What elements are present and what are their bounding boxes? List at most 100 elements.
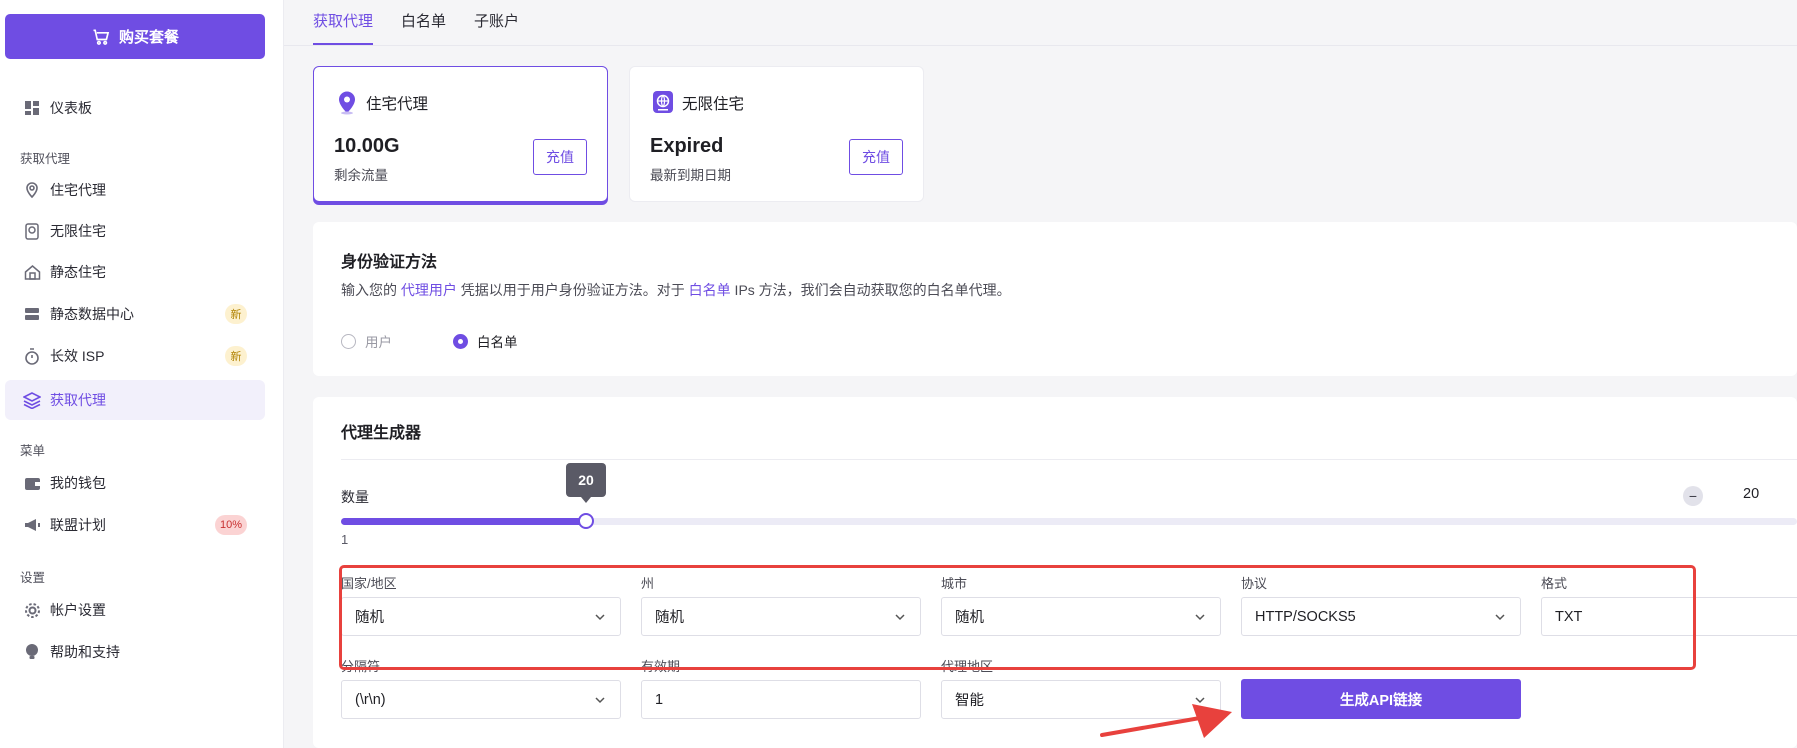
percent-badge: 10% [214, 515, 247, 535]
select-value: 随机 [355, 610, 384, 626]
city-label: 城市 [941, 576, 968, 591]
sidebar-item-label: 长效 ISP [50, 348, 105, 364]
tab-whitelist[interactable]: 白名单 [401, 10, 446, 31]
dashboard-icon [22, 98, 42, 118]
whitelist-link[interactable]: 白名单 [689, 282, 731, 298]
expiry-status-value: Expired [650, 135, 724, 157]
select-value: 智能 [955, 693, 984, 709]
radio-whitelist[interactable]: 白名单 [453, 331, 518, 351]
map-pin-icon [22, 180, 42, 200]
desc-text: 输入您的 [341, 282, 401, 298]
slider-min-label: 1 [341, 532, 349, 547]
format-label: 格式 [1541, 576, 1568, 591]
slider-tooltip: 20 [566, 463, 606, 503]
state-label: 州 [641, 576, 655, 591]
buy-plan-button[interactable]: 购买套餐 [5, 14, 265, 59]
proxy-generator-card: 代理生成器 数量 20 1 − 20 国家/地区 随机 州 随机 城市 随机 协… [313, 397, 1797, 748]
sidebar-item-affiliate[interactable]: 联盟计划 10% [5, 505, 265, 545]
auth-method-description: 输入您的 代理用户 凭据以用于用户身份验证方法。对于 白名单 IPs 方法，我们… [341, 280, 1011, 300]
radio-circle [453, 333, 468, 349]
desc-text: 凭据以用于用户身份验证方法。对于 [456, 282, 689, 298]
sidebar-item-get-proxy[interactable]: 获取代理 [5, 380, 265, 420]
radio-circle [341, 333, 356, 349]
separator-select[interactable]: (\r\n) [341, 680, 621, 719]
sidebar-item-label: 静态数据中心 [50, 306, 134, 322]
chevron-down-icon [895, 614, 905, 621]
stopwatch-icon [22, 346, 42, 366]
recharge-button[interactable]: 充值 [849, 139, 903, 175]
quantity-label: 数量 [341, 489, 369, 505]
lightbulb-icon [22, 642, 42, 662]
product-subtitle: 剩余流量 [334, 168, 388, 183]
location-pin-icon [334, 89, 360, 115]
tab-get-proxy[interactable]: 获取代理 [313, 10, 373, 31]
decrement-button[interactable]: − [1683, 486, 1703, 506]
radio-user[interactable]: 用户 [341, 331, 392, 351]
chevron-down-icon [595, 697, 605, 704]
tab-subaccounts[interactable]: 子账户 [474, 10, 519, 31]
chevron-down-icon [1495, 614, 1505, 621]
sidebar-item-help[interactable]: 帮助和支持 [5, 632, 265, 672]
annotation-arrow-icon [1100, 704, 1232, 738]
sidebar-item-label: 帐户设置 [50, 602, 106, 618]
quantity-slider[interactable] [341, 513, 1797, 529]
chevron-down-icon [595, 614, 605, 621]
generator-title: 代理生成器 [341, 425, 422, 442]
sidebar-item-unlimited[interactable]: 无限住宅 [5, 211, 265, 251]
chevron-down-icon [1195, 614, 1205, 621]
radio-label: 白名单 [477, 335, 518, 350]
slider-fill [341, 518, 586, 525]
auth-method-card: 身份验证方法 输入您的 代理用户 凭据以用于用户身份验证方法。对于 白名单 IP… [313, 222, 1797, 376]
generate-api-link-button[interactable]: 生成API链接 [1241, 679, 1521, 719]
desc-text: IPs 方法，我们会自动获取您的白名单代理。 [730, 282, 1011, 298]
unlimited-residential-card[interactable]: 无限住宅 Expired 最新到期日期 充值 [629, 66, 924, 202]
select-value: TXT [1555, 608, 1583, 625]
product-title: 住宅代理 [366, 96, 429, 113]
sidebar-item-static-residential[interactable]: 静态住宅 [5, 252, 265, 292]
proxy-user-link[interactable]: 代理用户 [401, 282, 457, 298]
section-label-menu: 菜单 [20, 444, 46, 458]
quantity-value: 20 [1743, 486, 1760, 502]
slider-thumb[interactable] [578, 513, 594, 529]
radio-label: 用户 [365, 335, 392, 350]
select-value: 随机 [655, 610, 684, 626]
section-label-settings: 设置 [20, 571, 46, 585]
state-select[interactable]: 随机 [641, 597, 921, 636]
recharge-button[interactable]: 充值 [533, 139, 587, 175]
sidebar-item-account-settings[interactable]: 帐户设置 [5, 590, 265, 630]
new-badge: 新 [225, 346, 247, 366]
sidebar-item-label: 静态住宅 [50, 264, 106, 280]
select-value: 随机 [955, 610, 984, 626]
validity-label: 有效期 [641, 659, 681, 674]
wallet-icon [22, 473, 42, 493]
layers-icon [22, 390, 42, 410]
sidebar-item-wallet[interactable]: 我的钱包 [5, 463, 265, 503]
gear-icon [22, 600, 42, 620]
passport-icon [22, 221, 42, 241]
protocol-select[interactable]: HTTP/SOCKS5 [1241, 597, 1521, 636]
new-badge: 新 [225, 304, 247, 324]
sidebar-item-label: 住宅代理 [50, 182, 106, 198]
sidebar-item-residential[interactable]: 住宅代理 [5, 170, 265, 210]
sidebar-item-label: 无限住宅 [50, 223, 106, 239]
sidebar-item-label: 我的钱包 [50, 475, 106, 491]
remaining-traffic-value: 10.00G [334, 135, 400, 157]
cart-icon [93, 29, 110, 45]
validity-input[interactable]: 1 [641, 680, 921, 719]
residential-proxy-card[interactable]: 住宅代理 10.00G 剩余流量 充值 [313, 66, 608, 202]
input-value: 1 [655, 691, 664, 708]
product-subtitle: 最新到期日期 [650, 168, 731, 183]
sidebar-item-dashboard[interactable]: 仪表板 [5, 88, 265, 128]
product-title: 无限住宅 [682, 96, 745, 113]
sidebar-item-label: 联盟计划 [50, 517, 106, 533]
sidebar-item-long-isp[interactable]: 长效 ISP 新 [5, 336, 265, 376]
format-select[interactable]: TXT [1541, 597, 1797, 636]
section-label-get-proxy: 获取代理 [20, 152, 71, 166]
country-select[interactable]: 随机 [341, 597, 621, 636]
select-value: (\r\n) [355, 691, 386, 708]
sidebar-item-static-datacenter[interactable]: 静态数据中心 新 [5, 294, 265, 334]
country-label: 国家/地区 [341, 576, 397, 591]
separator-label: 分隔符 [341, 659, 381, 674]
city-select[interactable]: 随机 [941, 597, 1221, 636]
sidebar-item-label: 获取代理 [50, 392, 106, 408]
